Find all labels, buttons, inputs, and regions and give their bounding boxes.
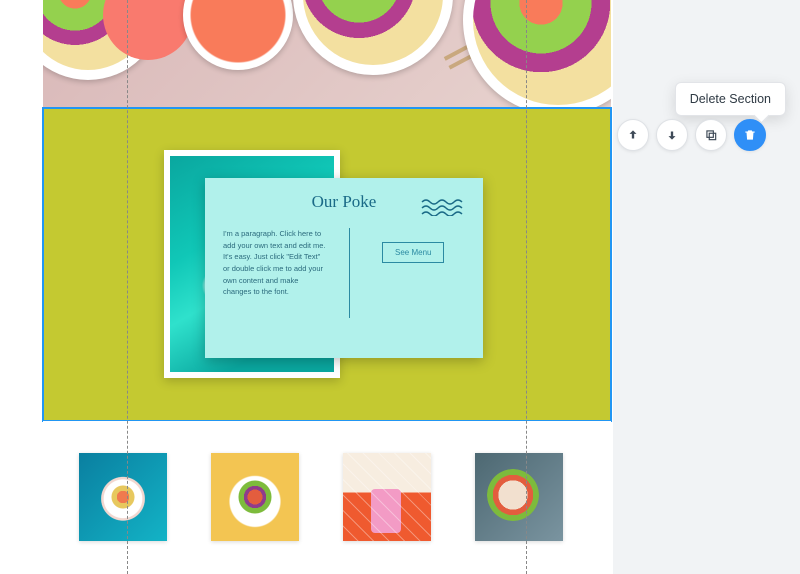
trash-icon [743,128,757,142]
food-bowl [293,0,453,75]
postcard-divider [349,228,350,318]
move-down-button[interactable] [656,119,688,151]
delete-button[interactable] [734,119,766,151]
section-toolbar [617,119,766,151]
postcard-paragraph[interactable]: I'm a paragraph. Click here to add your … [223,228,337,318]
wave-stamp-icon [421,198,469,216]
gallery-image[interactable] [475,453,563,541]
postcard[interactable]: Our Poke I'm a paragraph. Click here to … [205,178,483,358]
gallery-image[interactable] [211,453,299,541]
layout-guide [526,0,527,574]
arrow-up-icon [626,128,640,142]
editor-canvas: Our Poke I'm a paragraph. Click here to … [0,0,613,574]
see-menu-button[interactable]: See Menu [382,242,444,263]
gallery-image[interactable] [343,453,431,541]
food-bowl [183,0,293,70]
move-up-button[interactable] [617,119,649,151]
duplicate-button[interactable] [695,119,727,151]
duplicate-icon [704,128,718,142]
gallery-image[interactable] [79,453,167,541]
delete-section-tooltip: Delete Section [675,82,786,116]
layout-guide [127,0,128,574]
arrow-down-icon [665,128,679,142]
food-bowl [463,0,611,108]
